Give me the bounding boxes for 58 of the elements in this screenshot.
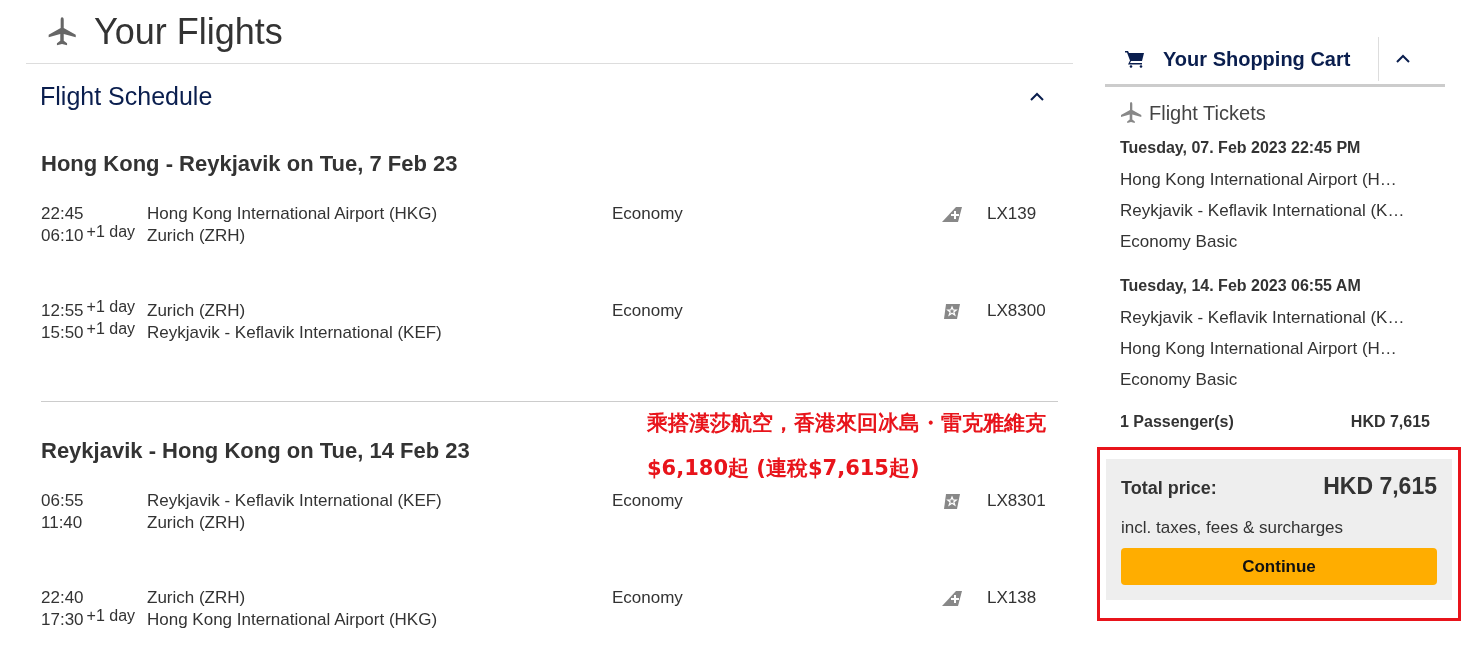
section-title: Flight Schedule xyxy=(40,82,213,111)
cabin-class: Economy xyxy=(612,301,683,320)
arrival-airport: Reykjavik - Keflavik International (KEF) xyxy=(147,322,443,344)
page-title: Your Flights xyxy=(94,10,283,53)
airplane-icon xyxy=(1119,101,1143,125)
passenger-count: 1 Passenger(s) xyxy=(1120,413,1234,431)
arrival-time: 11:40 xyxy=(41,513,83,532)
flight-date: Tuesday, 14. Feb 2023 06:55 AM xyxy=(1120,277,1362,296)
arrival-airport: Hong Kong International Airport (HKG) xyxy=(147,609,439,631)
flight-number: LX138 xyxy=(987,588,1037,607)
section-title: Flight Tickets xyxy=(1149,101,1266,125)
journey-title: Hong Kong - Reykjavik on Tue, 7 Feb 23 xyxy=(41,151,458,177)
tail-cross-icon xyxy=(942,590,962,606)
departure-airport: Reykjavik - Keflavik International (K… xyxy=(1120,308,1406,329)
total-label: Total price: xyxy=(1121,478,1217,499)
fare-type: Economy Basic xyxy=(1120,232,1239,253)
flight-date: Tuesday, 07. Feb 2023 22:45 PM xyxy=(1120,139,1362,158)
departure-airport: Zurich (ZRH) xyxy=(147,300,247,322)
cabin-class: Economy xyxy=(612,204,683,223)
arrival-airport: Zurich (ZRH) xyxy=(147,225,247,247)
cart-icon xyxy=(1125,50,1145,68)
chevron-icon[interactable] xyxy=(1029,91,1045,102)
flight-number: LX139 xyxy=(987,204,1037,223)
cabin-class: Economy xyxy=(612,588,683,607)
fare-type: Economy Basic xyxy=(1120,370,1239,391)
continue-button[interactable]: Continue xyxy=(1121,548,1437,585)
day-offset: +1 day xyxy=(86,298,136,315)
arrival-time: 15:50 xyxy=(41,323,84,342)
tail-star-icon xyxy=(942,303,962,319)
departure-airport: Reykjavik - Keflavik International (KEF) xyxy=(147,490,443,512)
arrival-time: 17:30 xyxy=(41,610,84,629)
tail-cross-icon xyxy=(942,206,962,222)
departure-time: 12:55 xyxy=(41,301,84,320)
annotation-text: $6,180起 (連稅$7,615起) xyxy=(647,455,920,482)
departure-airport: Zurich (ZRH) xyxy=(147,587,247,609)
day-offset: +1 day xyxy=(86,607,136,624)
day-offset: +1 day xyxy=(86,320,136,337)
journey-title: Reykjavik - Hong Kong on Tue, 14 Feb 23 xyxy=(41,438,470,464)
cart-title: Your Shopping Cart xyxy=(1163,47,1351,71)
passenger-price: HKD 7,615 xyxy=(1350,413,1430,431)
day-offset: +1 day xyxy=(86,223,136,240)
total-price: HKD 7,615 xyxy=(1323,473,1437,500)
tail-star-icon xyxy=(942,493,962,509)
departure-airport: Hong Kong International Airport (HKG) xyxy=(147,203,439,225)
arrival-airport: Hong Kong International Airport (H… xyxy=(1120,339,1398,360)
arrival-time: 06:10 xyxy=(41,226,84,245)
cabin-class: Economy xyxy=(612,491,683,510)
arrival-airport: Zurich (ZRH) xyxy=(147,512,247,534)
departure-time: 22:45 xyxy=(41,204,84,223)
departure-time: 06:55 xyxy=(41,491,84,510)
flight-number: LX8300 xyxy=(987,301,1046,320)
annotation-text: 乘搭漢莎航空，香港來回冰島・雷克雅維克 xyxy=(647,410,1046,437)
chevron-icon[interactable] xyxy=(1395,54,1412,64)
arrival-airport: Reykjavik - Keflavik International (K… xyxy=(1120,201,1406,222)
departure-time: 22:40 xyxy=(41,588,84,607)
price-note: incl. taxes, fees & surcharges xyxy=(1121,518,1345,538)
flight-number: LX8301 xyxy=(987,491,1046,510)
departure-airport: Hong Kong International Airport (H… xyxy=(1120,170,1398,191)
